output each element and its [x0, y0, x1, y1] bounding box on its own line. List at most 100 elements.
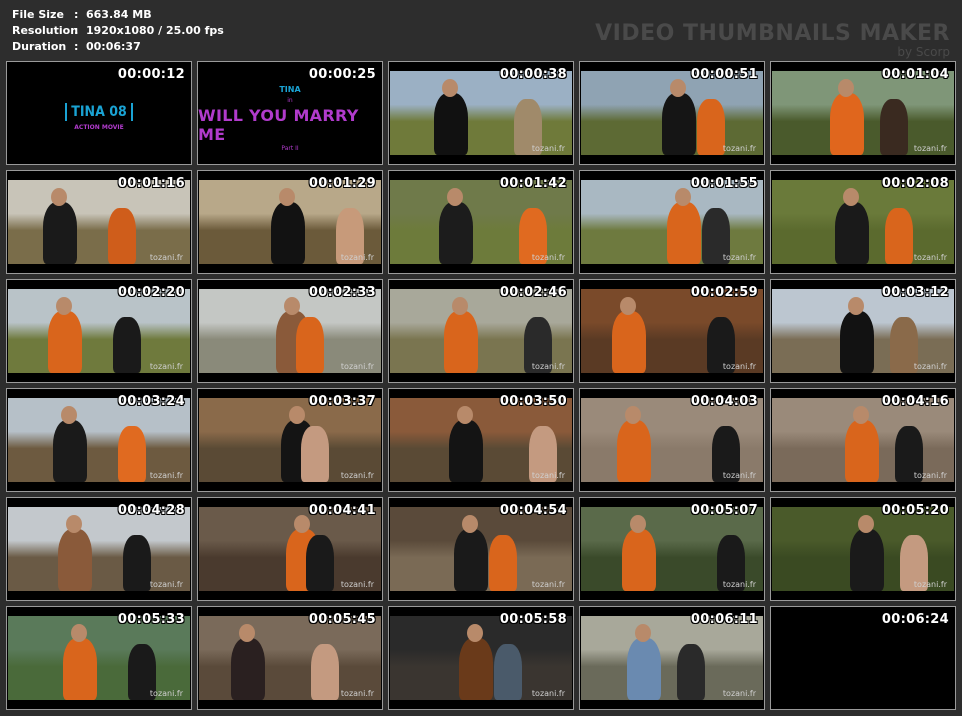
- timestamp-label: 00:04:16: [881, 394, 949, 409]
- video-thumbnail[interactable]: 00:04:54 tozani.fr: [388, 497, 574, 601]
- figure-shape: [454, 529, 488, 591]
- figure-shape: [63, 638, 97, 700]
- credit-watermark: tozani.fr: [722, 144, 756, 153]
- title-card-name: TINA 08: [65, 103, 133, 121]
- timestamp-label: 00:05:58: [499, 612, 567, 627]
- video-thumbnail[interactable]: 00:02:08 tozani.fr: [770, 170, 956, 274]
- head-shape: [457, 406, 473, 424]
- video-thumbnail[interactable]: 00:02:59 tozani.fr: [579, 279, 765, 383]
- video-thumbnail[interactable]: 00:00:12 TINA 08 ACTION MOVIE: [6, 61, 192, 165]
- credit-watermark: tozani.fr: [149, 580, 183, 589]
- video-thumbnail[interactable]: 00:04:03 tozani.fr: [579, 388, 765, 492]
- video-frame: [772, 507, 954, 591]
- video-thumbnail[interactable]: 00:04:16 tozani.fr: [770, 388, 956, 492]
- figure-shape: [622, 529, 656, 591]
- video-thumbnail[interactable]: 00:05:07 tozani.fr: [579, 497, 765, 601]
- file-size-row: File Size : 663.84 MB: [12, 7, 224, 23]
- timestamp-label: 00:05:20: [881, 503, 949, 518]
- video-frame: [390, 180, 572, 264]
- head-shape: [670, 79, 686, 97]
- video-thumbnail[interactable]: 00:01:29 tozani.fr: [197, 170, 383, 274]
- timestamp-label: 00:03:37: [308, 394, 376, 409]
- credit-watermark: tozani.fr: [722, 471, 756, 480]
- video-frame: [581, 507, 763, 591]
- title-card-part: Part II: [281, 144, 299, 152]
- head-shape: [289, 406, 305, 424]
- credit-watermark: tozani.fr: [531, 362, 565, 371]
- head-shape: [61, 406, 77, 424]
- head-shape: [279, 188, 295, 206]
- video-thumbnail[interactable]: 00:01:42 tozani.fr: [388, 170, 574, 274]
- video-thumbnail[interactable]: 00:02:33 tozani.fr: [197, 279, 383, 383]
- video-thumbnail[interactable]: 00:03:24 tozani.fr: [6, 388, 192, 492]
- figure-shape: [311, 644, 339, 700]
- credit-watermark: tozani.fr: [149, 689, 183, 698]
- timestamp-label: 00:02:46: [499, 285, 567, 300]
- timestamp-label: 00:02:59: [690, 285, 758, 300]
- video-thumbnail[interactable]: 00:05:58 tozani.fr: [388, 606, 574, 710]
- figure-shape: [231, 638, 265, 700]
- figure-shape: [296, 317, 324, 373]
- video-frame: [581, 289, 763, 373]
- figure-shape: [830, 93, 864, 155]
- figure-shape: [48, 311, 82, 373]
- video-thumbnail[interactable]: 00:03:37 tozani.fr: [197, 388, 383, 492]
- head-shape: [51, 188, 67, 206]
- video-thumbnail[interactable]: 00:05:45 tozani.fr: [197, 606, 383, 710]
- video-frame: [772, 180, 954, 264]
- credit-watermark: tozani.fr: [340, 253, 374, 262]
- credit-watermark: tozani.fr: [340, 362, 374, 371]
- credit-watermark: tozani.fr: [149, 362, 183, 371]
- video-thumbnail[interactable]: 00:01:04 tozani.fr: [770, 61, 956, 165]
- video-thumbnail[interactable]: 00:05:33 tozani.fr: [6, 606, 192, 710]
- video-thumbnail[interactable]: 00:00:38 tozani.fr: [388, 61, 574, 165]
- video-thumbnail[interactable]: 00:04:41 tozani.fr: [197, 497, 383, 601]
- video-frame: [772, 398, 954, 482]
- resolution-row: Resolution : 1920x1080 / 25.00 fps: [12, 23, 224, 39]
- title-card-title: WILL YOU MARRY ME: [198, 105, 359, 144]
- credit-watermark: tozani.fr: [340, 689, 374, 698]
- separator: :: [74, 8, 79, 21]
- video-frame: [390, 71, 572, 155]
- timestamp-label: 00:00:38: [499, 67, 567, 82]
- figure-shape: [459, 638, 493, 700]
- figure-shape: [118, 426, 146, 482]
- video-thumbnail[interactable]: 00:05:20 tozani.fr: [770, 497, 956, 601]
- title-card-star: TINA: [279, 84, 301, 94]
- video-thumbnail[interactable]: 00:03:50 tozani.fr: [388, 388, 574, 492]
- watermark-subtitle: by Scorp: [897, 45, 950, 59]
- file-info: File Size : 663.84 MB Resolution : 1920x…: [12, 7, 224, 55]
- figure-shape: [444, 311, 478, 373]
- video-frame: [772, 71, 954, 155]
- video-thumbnail[interactable]: 00:00:25 TINA in WILL YOU MARRY ME Part II: [197, 61, 383, 165]
- video-frame: [199, 507, 381, 591]
- video-thumbnail[interactable]: 00:06:24: [770, 606, 956, 710]
- figure-shape: [612, 311, 646, 373]
- video-thumbnail[interactable]: 00:01:16 tozani.fr: [6, 170, 192, 274]
- video-frame: [390, 289, 572, 373]
- video-thumbnail[interactable]: 00:02:46 tozani.fr: [388, 279, 574, 383]
- video-thumbnail[interactable]: 00:02:20 tozani.fr: [6, 279, 192, 383]
- credit-watermark: tozani.fr: [149, 253, 183, 262]
- figure-shape: [880, 99, 908, 155]
- head-shape: [635, 624, 651, 642]
- timestamp-label: 00:04:03: [690, 394, 758, 409]
- video-thumbnail[interactable]: 00:06:11 tozani.fr: [579, 606, 765, 710]
- video-thumbnail[interactable]: 00:00:51 tozani.fr: [579, 61, 765, 165]
- video-frame: [8, 616, 190, 700]
- duration-label: Duration: [12, 40, 67, 53]
- figure-shape: [667, 202, 701, 264]
- resolution-value: 1920x1080 / 25.00 fps: [86, 24, 224, 37]
- timestamp-label: 00:01:42: [499, 176, 567, 191]
- figure-shape: [58, 529, 92, 591]
- head-shape: [452, 297, 468, 315]
- credit-watermark: tozani.fr: [531, 689, 565, 698]
- timestamp-label: 00:02:20: [117, 285, 185, 300]
- figure-shape: [627, 638, 661, 700]
- figure-shape: [306, 535, 334, 591]
- video-thumbnail[interactable]: 00:04:28 tozani.fr: [6, 497, 192, 601]
- video-thumbnail[interactable]: 00:03:12 tozani.fr: [770, 279, 956, 383]
- head-shape: [467, 624, 483, 642]
- head-shape: [462, 515, 478, 533]
- video-thumbnail[interactable]: 00:01:55 tozani.fr: [579, 170, 765, 274]
